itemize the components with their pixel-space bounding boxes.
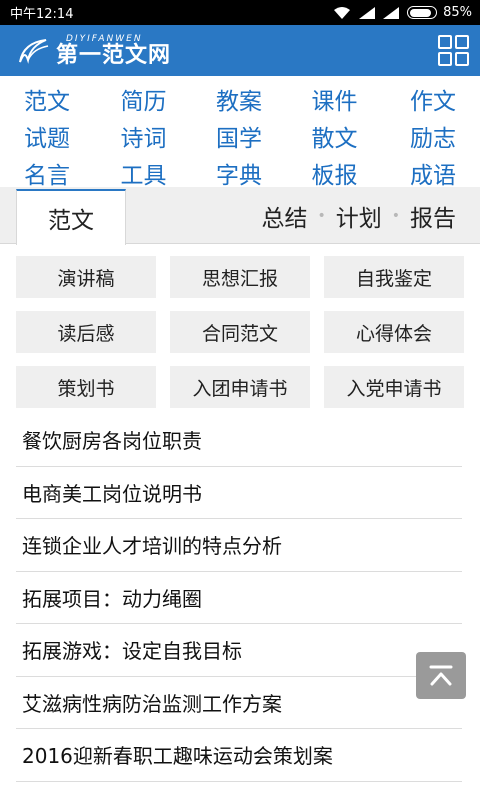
tab-fanwen[interactable]: 范文 (16, 189, 126, 245)
category-link[interactable]: 范文 (24, 82, 72, 116)
category-link[interactable]: 试题 (24, 119, 72, 153)
category-link[interactable]: 作文 (406, 82, 456, 116)
article-item[interactable]: 连锁企业人才培训的特点分析 (16, 519, 462, 572)
tab-separator: • (317, 207, 326, 224)
app-header: DIYIFANWEN 第一范文网 (0, 25, 480, 76)
subcategory-button[interactable]: 自我鉴定 (324, 256, 464, 298)
status-icons: 85% (333, 5, 472, 20)
status-time: 中午12:14 (10, 7, 74, 22)
article-item[interactable]: 拓展游戏：设定自我目标 (16, 624, 462, 677)
subcategory-button[interactable]: 入党申请书 (324, 366, 464, 408)
category-row: 试题 诗词 国学 散文 励志 (0, 117, 480, 154)
category-link[interactable]: 名言 (24, 156, 72, 190)
wifi-icon (334, 6, 351, 19)
article-item[interactable]: 2016迎新春职工趣味运动会策划案 (16, 729, 462, 782)
category-link[interactable]: 教案 (215, 82, 263, 116)
tab-baogao[interactable]: 报告 (410, 199, 456, 233)
tab-jihua[interactable]: 计划 (336, 199, 382, 233)
grid-menu-icon[interactable] (438, 34, 470, 67)
category-row: 范文 简历 教案 课件 作文 (0, 80, 480, 117)
battery-icon (407, 6, 438, 19)
status-bar: 中午12:14 85% (0, 0, 480, 25)
subcategory-button[interactable]: 策划书 (16, 366, 156, 408)
article-item[interactable]: 电商美工岗位说明书 (16, 467, 462, 519)
back-to-top-button[interactable] (416, 652, 466, 699)
section-tabs: 范文 总结 • 计划 • 报告 (0, 187, 480, 245)
article-item[interactable]: 拓展项目：动力绳圈 (16, 572, 462, 624)
subcategory-button[interactable]: 合同范文 (170, 311, 310, 353)
battery-percent: 85% (443, 5, 472, 20)
category-link[interactable]: 成语 (406, 156, 456, 190)
tab-zongjie[interactable]: 总结 (261, 199, 307, 233)
category-nav: 范文 简历 教案 课件 作文 试题 诗词 国学 散文 励志 名言 工具 字典 板… (0, 76, 480, 189)
site-logo[interactable]: DIYIFANWEN 第一范文网 (16, 35, 171, 66)
category-link[interactable]: 字典 (215, 156, 263, 190)
subcategory-button[interactable]: 思想汇报 (170, 256, 310, 298)
logo-swoosh-icon (19, 38, 49, 64)
article-item[interactable]: 艾滋病性病防治监测工作方案 (16, 677, 462, 729)
subcategory-button[interactable]: 读后感 (16, 311, 156, 353)
category-link[interactable]: 课件 (311, 82, 359, 116)
article-item[interactable]: 餐饮厨房各岗位职责 (16, 414, 462, 467)
back-to-top-icon (429, 665, 453, 685)
category-link[interactable]: 国学 (215, 119, 263, 153)
subcategory-button[interactable]: 心得体会 (324, 311, 464, 353)
subcategory-grid: 演讲稿 思想汇报 自我鉴定 读后感 合同范文 心得体会 策划书 入团申请书 入党… (16, 256, 465, 408)
tab-separator: • (391, 207, 400, 224)
signal-icon (359, 6, 376, 19)
battery: 85% (407, 5, 472, 20)
category-link[interactable]: 板报 (311, 156, 359, 190)
category-link[interactable]: 诗词 (120, 119, 168, 153)
subcategory-button[interactable]: 演讲稿 (16, 256, 156, 298)
category-link[interactable]: 简历 (120, 82, 168, 116)
category-link[interactable]: 散文 (311, 119, 359, 153)
subcategory-button[interactable]: 入团申请书 (170, 366, 310, 408)
category-row: 名言 工具 字典 板报 成语 (0, 154, 480, 191)
logo-cn-text: 第一范文网 (56, 42, 172, 68)
category-link[interactable]: 励志 (406, 119, 456, 153)
category-link[interactable]: 工具 (120, 156, 168, 190)
article-list: 餐饮厨房各岗位职责 电商美工岗位说明书 连锁企业人才培训的特点分析 拓展项目：动… (16, 414, 462, 782)
signal-icon-2 (383, 6, 400, 19)
